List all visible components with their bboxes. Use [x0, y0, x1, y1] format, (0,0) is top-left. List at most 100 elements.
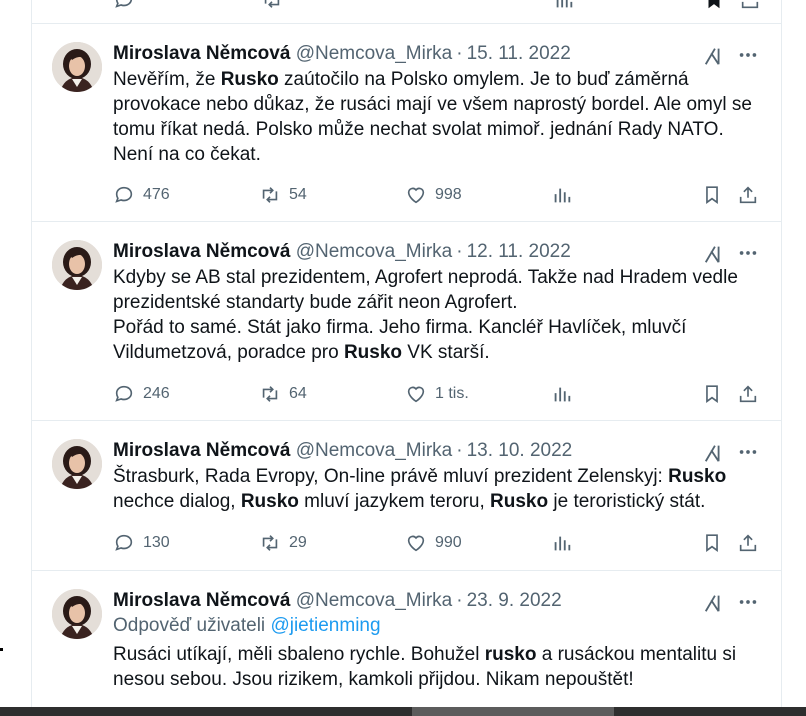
highlighted-keyword: Rusko [343, 342, 403, 363]
views-button[interactable] [551, 382, 573, 406]
repost-button[interactable]: 54 [259, 183, 307, 207]
repost-icon [262, 187, 278, 203]
grok-icon[interactable] [703, 45, 725, 67]
author-name[interactable]: Miroslava Němcová [113, 241, 290, 262]
views-button[interactable] [553, 0, 575, 12]
share-button[interactable] [737, 382, 759, 406]
bookmark-icon [706, 385, 718, 403]
reply-prefix: Odpověď uživateli [113, 615, 266, 636]
scrollbar-thumb[interactable] [412, 707, 614, 716]
author-handle[interactable]: @Nemcova_Mirka [296, 43, 453, 64]
replying-to: Odpověď uživateli @jietienming [113, 614, 381, 638]
horizontal-scrollbar[interactable] [0, 707, 806, 716]
share-icon [739, 186, 757, 204]
repost-count: 29 [289, 534, 307, 551]
bookmark-button[interactable] [701, 183, 723, 207]
tweet-date[interactable]: 12. 11. 2022 [467, 241, 571, 262]
tweet-header: Miroslava Němcová @Nemcova_Mirka · 23. 9. … [113, 589, 562, 613]
tweet-date[interactable]: 13. 10. 2022 [467, 440, 573, 461]
tweet-actions: 476 54 998 [113, 183, 763, 207]
tweet-header: Miroslava Němcová @Nemcova_Mirka · 15. 11.… [113, 42, 571, 66]
tweet[interactable]: Miroslava Němcová @Nemcova_Mirka · 12. 11.… [32, 222, 781, 420]
tweet-text-segment: nechce dialog, [113, 491, 236, 512]
repost-button[interactable]: 64 [259, 382, 307, 406]
avatar[interactable] [52, 240, 102, 290]
views-icon [554, 188, 571, 203]
highlighted-keyword: Rusko [220, 69, 279, 90]
share-button[interactable] [737, 531, 759, 555]
more-icon[interactable] [737, 44, 759, 66]
avatar-photo [52, 439, 102, 489]
tweet-text: Rusáci utíkají, měli sbaleno rychle. Boh… [113, 642, 763, 692]
tweet[interactable]: Miroslava Němcová @Nemcova_Mirka · 15. 11.… [32, 24, 781, 221]
tweet-header: Miroslava Němcová @Nemcova_Mirka · 13. 10.… [113, 439, 572, 463]
reply-button[interactable] [113, 0, 135, 12]
separator-dot: · [456, 440, 463, 461]
reply-icon [115, 186, 133, 203]
highlighted-keyword: Rusko [240, 491, 299, 512]
like-count: 990 [435, 534, 462, 551]
tweet-text: Kdyby se AB stal prezidentem, Agrofert n… [113, 265, 763, 365]
share-button[interactable] [737, 183, 759, 207]
reply-count: 246 [143, 385, 170, 402]
repost-icon [262, 386, 278, 402]
repost-button[interactable] [261, 0, 283, 12]
tweet-date[interactable]: 23. 9. 2022 [467, 590, 562, 611]
repost-count: 64 [289, 385, 307, 402]
reply-icon [115, 385, 133, 402]
reply-button[interactable]: 246 [113, 382, 170, 406]
author-handle[interactable]: @Nemcova_Mirka [296, 440, 453, 461]
grok-icon[interactable] [703, 592, 725, 614]
separator-dot: · [456, 590, 463, 611]
highlighted-keyword: rusko [484, 644, 537, 665]
share-icon [739, 534, 757, 552]
avatar[interactable] [52, 439, 102, 489]
tweet-text-segment: Nevěřím, že [113, 69, 221, 90]
reply-button[interactable]: 130 [113, 531, 170, 555]
reply-icon [115, 0, 133, 8]
avatar[interactable] [52, 589, 102, 639]
tweet-text-segment: je teroristický stát. [548, 491, 706, 512]
views-button[interactable] [551, 531, 573, 555]
share-button[interactable] [739, 0, 761, 12]
bookmark-button[interactable] [701, 531, 723, 555]
tweet-text-segment: Štrasburk, Rada Evropy, On-line právě ml… [113, 466, 669, 487]
repost-count: 54 [289, 186, 307, 203]
share-icon [741, 1, 759, 9]
bookmark-button[interactable] [703, 0, 725, 12]
repost-button[interactable]: 29 [259, 531, 307, 555]
author-handle[interactable]: @Nemcova_Mirka [296, 590, 453, 611]
avatar-photo [52, 240, 102, 290]
tweet[interactable]: Miroslava Němcová @Nemcova_Mirka · 23. 9. … [32, 571, 781, 711]
views-icon [556, 0, 573, 8]
author-handle[interactable]: @Nemcova_Mirka [296, 241, 453, 262]
like-button[interactable]: 1 tis. [405, 382, 469, 406]
views-button[interactable] [551, 183, 573, 207]
avatar[interactable] [52, 42, 102, 92]
author-name[interactable]: Miroslava Němcová [113, 43, 290, 64]
author-name[interactable]: Miroslava Němcová [113, 590, 290, 611]
bookmark-icon [706, 534, 718, 552]
tweet[interactable]: Miroslava Němcová @Nemcova_Mirka · 13. 10.… [32, 421, 781, 570]
more-icon[interactable] [737, 441, 759, 463]
bookmark-button[interactable] [701, 382, 723, 406]
tweet-date[interactable]: 15. 11. 2022 [467, 43, 571, 64]
page-edge-mark [0, 648, 3, 651]
reply-button[interactable]: 476 [113, 183, 170, 207]
avatar-photo [52, 42, 102, 92]
like-button[interactable]: 998 [405, 183, 462, 207]
views-icon [554, 536, 571, 551]
grok-icon[interactable] [703, 243, 725, 265]
more-icon[interactable] [737, 591, 759, 613]
reply-mention-link[interactable]: @jietienming [270, 615, 380, 636]
reply-count: 476 [143, 186, 170, 203]
grok-icon[interactable] [703, 442, 725, 464]
reply-icon [115, 534, 133, 551]
highlighted-keyword: Rusko [490, 491, 549, 512]
bookmark-icon [708, 0, 720, 9]
author-name[interactable]: Miroslava Němcová [113, 440, 290, 461]
tweet-actions: 130 29 990 [113, 531, 763, 555]
more-icon[interactable] [737, 242, 759, 264]
tweet-text: Nevěřím, že Rusko zaútočilo na Polsko om… [113, 67, 763, 167]
like-button[interactable]: 990 [405, 531, 462, 555]
